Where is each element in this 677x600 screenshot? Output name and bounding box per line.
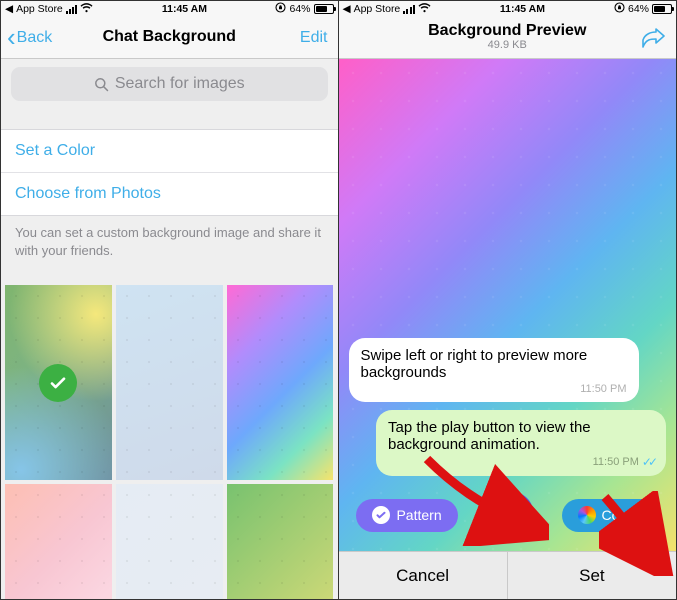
search-input[interactable]: Search for images — [11, 67, 328, 101]
wifi-icon — [418, 3, 431, 16]
search-placeholder: Search for images — [115, 75, 245, 93]
battery-icon — [652, 4, 672, 14]
colors-button[interactable]: Colors — [562, 499, 658, 532]
read-receipt-icon: ✓✓ — [642, 455, 654, 469]
message-time: 11:50 PM — [580, 383, 626, 395]
orientation-lock-icon — [275, 2, 286, 16]
pattern-button[interactable]: Pattern — [356, 499, 457, 532]
color-wheel-icon — [578, 506, 596, 524]
bg-thumb[interactable] — [116, 285, 223, 480]
message-outgoing: Tap the play button to view the backgrou… — [376, 410, 666, 476]
message-incoming: Swipe left or right to preview more back… — [349, 338, 639, 402]
row-set-color[interactable]: Set a Color — [1, 130, 338, 173]
colors-label: Colors — [602, 507, 642, 523]
nav-bar: ‹ Back Chat Background Edit — [1, 17, 338, 59]
message-time: 11:50 PM — [593, 456, 639, 468]
share-button[interactable] — [640, 28, 666, 48]
status-time: 11:45 AM — [500, 3, 545, 15]
battery-pct: 64% — [289, 3, 310, 15]
message-text: Tap the play button to view the backgrou… — [388, 419, 654, 453]
bg-thumb[interactable] — [227, 285, 334, 480]
screen-background-preview: ◀ App Store 11:45 AM 64% Background Prev… — [339, 0, 677, 600]
message-text: Swipe left or right to preview more back… — [361, 347, 627, 381]
background-grid — [1, 281, 338, 600]
bg-thumb-selected[interactable] — [5, 285, 112, 480]
check-circle-icon — [372, 506, 390, 524]
hint-text: You can set a custom background image an… — [1, 216, 338, 259]
play-button[interactable] — [486, 491, 534, 539]
battery-pct: 64% — [628, 3, 649, 15]
page-title: Chat Background — [103, 29, 236, 46]
page-title: Background Preview — [428, 23, 586, 40]
bg-thumb[interactable] — [5, 484, 112, 600]
cancel-button[interactable]: Cancel — [339, 552, 507, 599]
back-to-app-label[interactable]: App Store — [354, 3, 401, 15]
status-time: 11:45 AM — [162, 3, 207, 15]
background-preview-area[interactable]: Swipe left or right to preview more back… — [339, 59, 677, 551]
back-to-app-icon[interactable]: ◀ — [343, 3, 351, 15]
set-button[interactable]: Set — [507, 552, 676, 599]
share-icon — [640, 28, 666, 48]
page-subtitle: 49.9 KB — [428, 40, 586, 52]
status-bar: ◀ App Store 11:45 AM 64% — [339, 1, 677, 17]
signal-icon — [403, 5, 415, 14]
back-to-app-label[interactable]: App Store — [16, 3, 63, 15]
play-icon — [500, 505, 520, 525]
pattern-label: Pattern — [396, 507, 441, 523]
edit-button[interactable]: Edit — [300, 29, 328, 47]
row-choose-photos[interactable]: Choose from Photos — [1, 173, 338, 215]
bg-thumb[interactable] — [116, 484, 223, 600]
nav-bar: Background Preview 49.9 KB — [339, 17, 677, 59]
signal-icon — [66, 5, 78, 14]
orientation-lock-icon — [614, 2, 625, 16]
checkmark-icon — [39, 364, 77, 402]
wifi-icon — [80, 3, 93, 16]
status-bar: ◀ App Store 11:45 AM 64% — [1, 1, 338, 17]
bottom-bar: Cancel Set — [339, 551, 677, 599]
options-list: Set a Color Choose from Photos — [1, 129, 338, 216]
back-button[interactable]: ‹ Back — [7, 29, 52, 47]
screen-chat-background: ◀ App Store 11:45 AM 64% ‹ Back Chat Bac… — [0, 0, 339, 600]
bg-thumb[interactable] — [227, 484, 334, 600]
back-to-app-icon[interactable]: ◀ — [5, 3, 13, 15]
back-label: Back — [17, 29, 53, 47]
search-icon — [94, 77, 109, 92]
battery-icon — [314, 4, 334, 14]
